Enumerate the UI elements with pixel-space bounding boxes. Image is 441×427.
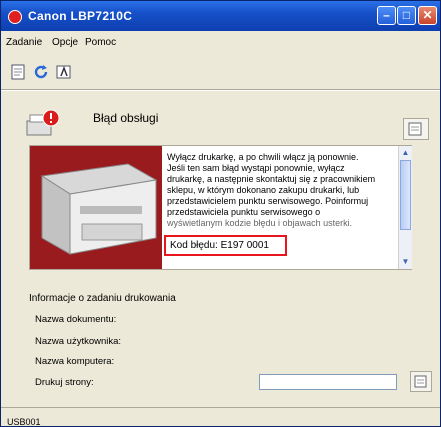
error-code: Kod błędu: E197 0001 (170, 240, 269, 251)
notepad-icon (408, 122, 422, 136)
message-scrollbar[interactable]: ▲ ▼ (398, 146, 412, 269)
status-text: Błąd obsługi (93, 111, 159, 125)
port-name: USB001 (7, 417, 41, 427)
message-line: Jeśli ten sam błąd wystąpi ponownie, wył… (167, 163, 345, 173)
menu-pomoc[interactable]: Pomoc (85, 37, 116, 48)
toolbar (1, 59, 440, 85)
message-line: sklepu, w którym dokonano zakupu drukark… (167, 185, 360, 195)
printed-pages-field (259, 374, 397, 390)
canon-app-icon (8, 10, 22, 24)
printed-pages-label: Drukuj strony: (35, 377, 94, 388)
message-line: drukarkę, a następnie skontaktuj się z p… (167, 174, 376, 184)
printer-status-window: Canon LBP7210C – □ ✕ Zadanie Opcje Pomoc (0, 0, 441, 427)
message-line: przedstawicielem punktu serwisowego. Poi… (167, 196, 369, 206)
scroll-up-icon[interactable]: ▲ (400, 147, 411, 159)
printer-properties-icon[interactable] (55, 63, 73, 81)
job-detail-button[interactable] (410, 371, 432, 392)
computer-name-label: Nazwa komputera: (35, 356, 115, 367)
toolbar-separator (1, 89, 440, 91)
message-panel: Wyłącz drukarkę, a po chwili włącz ją po… (29, 145, 412, 270)
document-name-label: Nazwa dokumentu: (35, 314, 117, 325)
menu-opcje[interactable]: Opcje (52, 37, 78, 48)
status-detail-button[interactable] (403, 118, 429, 140)
status-bar: USB001 (1, 407, 440, 427)
message-line: przedstawiciela punktu serwisowego o (167, 207, 321, 217)
notepad-icon (414, 375, 427, 388)
close-button[interactable]: ✕ (418, 6, 437, 25)
title-bar[interactable]: Canon LBP7210C – □ ✕ (1, 1, 440, 31)
error-message: Wyłącz drukarkę, a po chwili włącz ją po… (167, 152, 399, 229)
message-line: Wyłącz drukarkę, a po chwili włącz ją po… (167, 152, 359, 162)
job-info-title: Informacje o zadaniu drukowania (29, 293, 176, 304)
minimize-button[interactable]: – (377, 6, 396, 25)
message-line: wyświetlanym kodzie błędu i objawach ust… (167, 218, 353, 228)
refresh-icon[interactable] (32, 63, 50, 81)
error-code-highlight: Kod błędu: E197 0001 (164, 235, 287, 256)
error-printer-icon (26, 109, 59, 136)
window-title: Canon LBP7210C (28, 9, 133, 23)
maximize-button[interactable]: □ (397, 6, 416, 25)
printer-image (30, 146, 162, 269)
document-icon[interactable] (9, 63, 27, 81)
scroll-thumb[interactable] (400, 160, 411, 230)
scroll-down-icon[interactable]: ▼ (400, 256, 411, 268)
user-name-label: Nazwa użytkownika: (35, 336, 122, 347)
menu-zadanie[interactable]: Zadanie (6, 37, 42, 48)
